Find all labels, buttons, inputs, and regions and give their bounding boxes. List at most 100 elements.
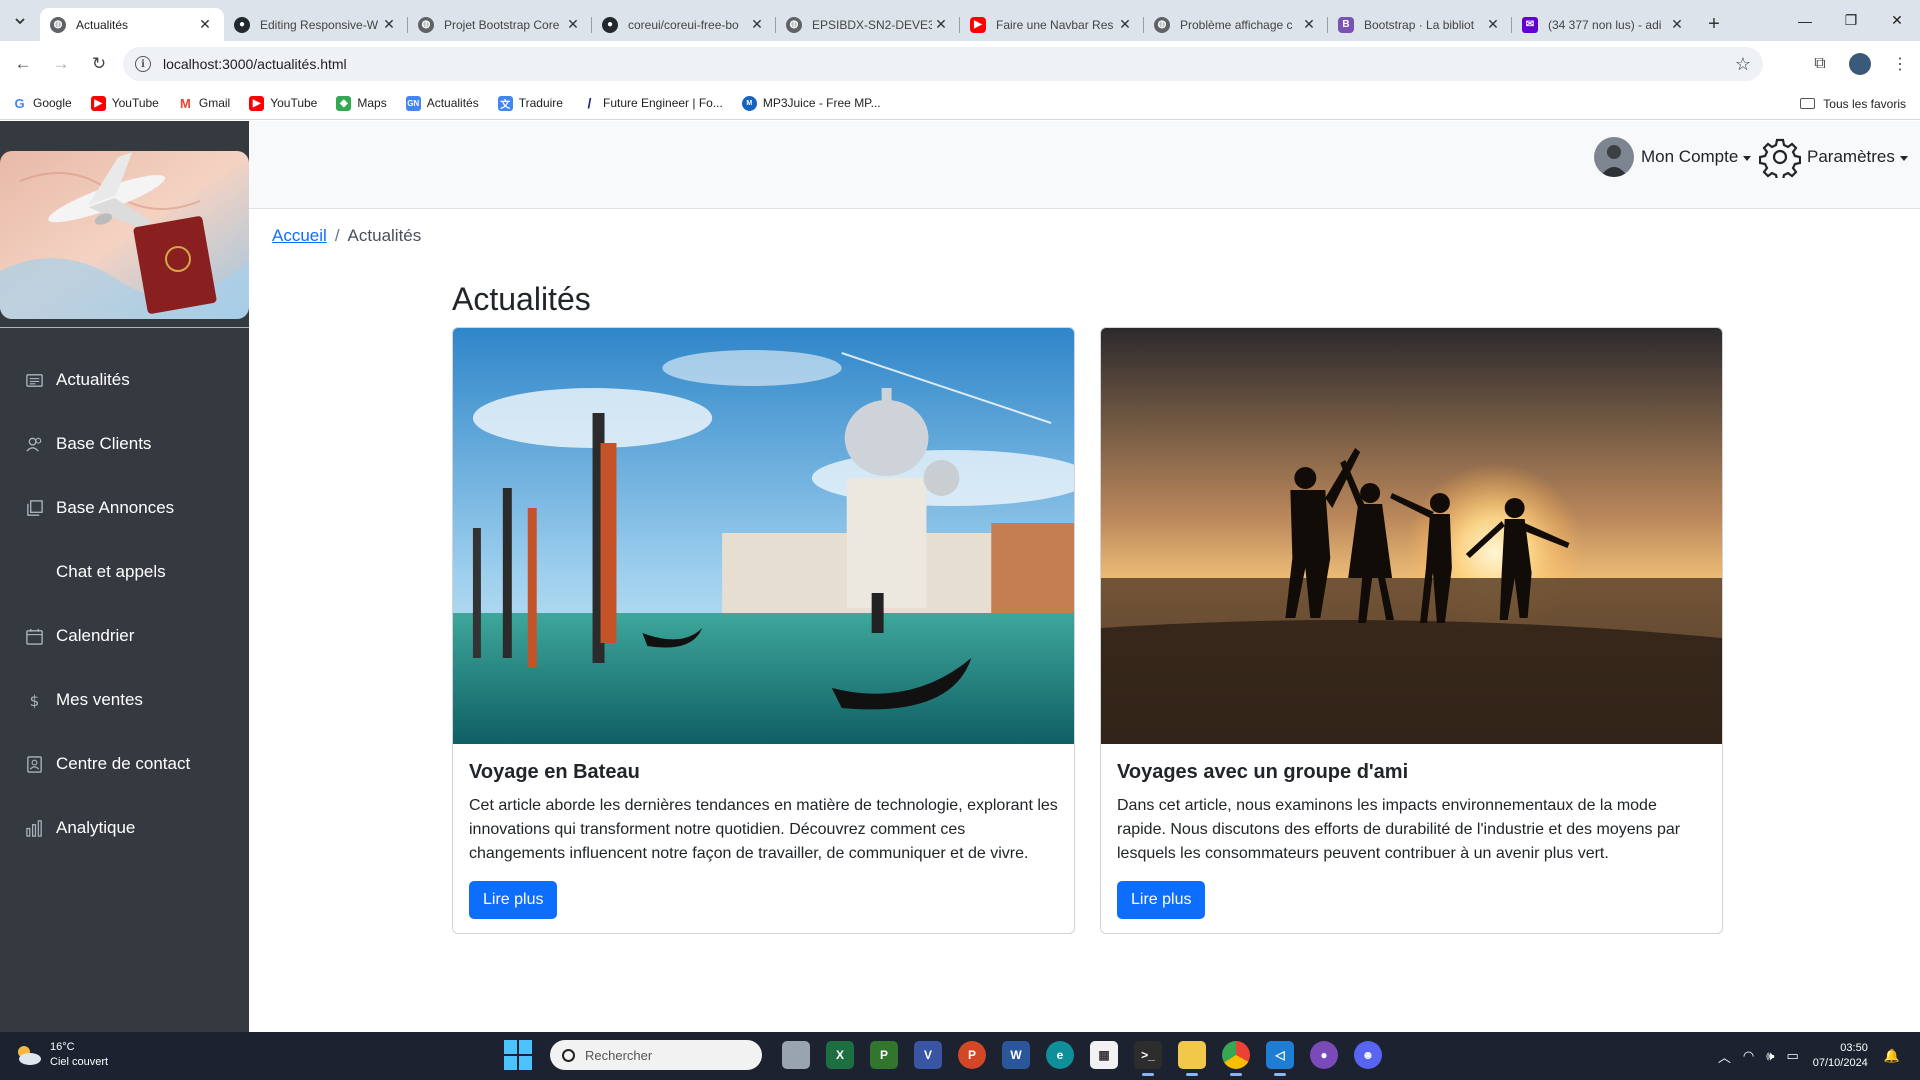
read-more-button[interactable]: Lire plus [469,881,558,919]
page-title: Actualités [452,281,591,317]
globe-icon: ◍ [50,16,66,33]
powerpoint-icon[interactable]: P [958,1041,986,1069]
tab-title: Bootstrap · La bibliot [1364,17,1475,32]
back-arrow-icon[interactable]: ← [8,49,38,79]
file-explorer-icon[interactable] [1178,1041,1206,1076]
chevron-up-icon[interactable]: ︿ [1718,1047,1731,1066]
close-icon[interactable]: ✕ [748,16,766,33]
account-dropdown[interactable]: Mon Compte [1594,137,1752,177]
url-text[interactable]: localhost:3000/actualités.html [163,56,1735,72]
minimize-icon[interactable]: — [1782,0,1828,41]
browser-tab[interactable]: B Bootstrap · La bibliot ✕ [1328,8,1512,41]
bookmark-item[interactable]: GN Actualités [405,95,479,111]
card-title: Voyages avec un groupe d'ami [1117,761,1409,783]
edge-icon[interactable]: e [1046,1041,1074,1069]
translate-icon: 文 [497,95,513,111]
chrome-icon[interactable] [1222,1041,1250,1076]
profile-avatar-icon[interactable] [1849,53,1871,75]
terminal-icon[interactable]: >_ [1134,1041,1162,1076]
github-desktop-icon[interactable]: ● [1310,1041,1338,1069]
bookmark-item[interactable]: M MP3Juice - Free MP... [741,95,881,111]
bookmark-label: Google [33,96,72,110]
sidebar-item-calendrier[interactable]: Calendrier [0,610,249,662]
breadcrumb-home-link[interactable]: Accueil [272,226,327,246]
sidebar-item-label: Mes ventes [56,690,143,709]
sidebar-divider [0,327,249,328]
close-icon[interactable]: ✕ [1300,16,1318,33]
newspaper-icon [24,370,44,390]
store-icon[interactable]: ▦ [1090,1041,1118,1069]
bookmark-item[interactable]: / Future Engineer | Fo... [581,95,723,111]
bookmark-item[interactable]: G Google [12,95,72,111]
news-card: Voyages avec un groupe d'ami Dans cet ar… [1100,327,1723,934]
account-label: Mon Compte [1641,147,1739,166]
folder-icon [1800,98,1816,109]
url-field[interactable]: i localhost:3000/actualités.html ☆ [123,47,1763,81]
notification-bell-icon[interactable]: 🔔 [1884,1048,1900,1064]
close-icon[interactable]: ✕ [932,16,950,33]
browser-tab[interactable]: ● Editing Responsive-W ✕ [224,8,408,41]
close-icon[interactable]: ✕ [196,16,214,33]
sidebar-item-actualites[interactable]: Actualités [0,354,249,406]
bootstrap-icon: B [1338,16,1354,33]
restore-icon[interactable]: ❐ [1828,0,1874,41]
tab-title: (34 377 non lus) - adi [1548,17,1662,32]
settings-dropdown[interactable]: Paramètres [1759,136,1908,178]
weather-widget[interactable]: 16°C Ciel couvert [14,1040,108,1070]
excel-icon[interactable]: X [826,1041,854,1069]
sidebar-item-mes-ventes[interactable]: $ Mes ventes [0,674,249,726]
sidebar-item-base-clients[interactable]: Base Clients [0,418,249,470]
chevron-down-icon [15,17,25,24]
task-view-icon[interactable] [782,1041,810,1069]
sidebar-item-centre-de-contact[interactable]: Centre de contact [0,738,249,790]
browser-tab[interactable]: ✉ (34 377 non lus) - adi ✕ [1512,8,1696,41]
bookmark-item[interactable]: ▶ YouTube [249,95,317,111]
reload-icon[interactable]: ↻ [84,49,114,79]
browser-tab[interactable]: ▶ Faire une Navbar Res ✕ [960,8,1144,41]
more-menu-icon[interactable]: ⋮ [1880,54,1920,74]
vscode-icon[interactable]: ◁ [1266,1041,1294,1076]
windows-start-icon[interactable] [504,1040,534,1070]
visio-icon[interactable]: V [914,1041,942,1069]
battery-icon[interactable]: ▭ [1786,1048,1798,1064]
bookmark-item[interactable]: 文 Traduire [497,95,563,111]
bookmark-star-icon[interactable]: ☆ [1735,54,1751,75]
address-bar: ← → ↻ i localhost:3000/actualités.html ☆… [0,41,1920,87]
discord-icon[interactable]: ☻ [1354,1041,1382,1069]
caret-down-icon [1743,155,1752,161]
window-close-icon[interactable]: ✕ [1874,0,1920,41]
bookmark-item[interactable]: ◆ Maps [336,95,387,111]
close-icon[interactable]: ✕ [380,16,398,33]
new-tab-button[interactable]: + [1696,8,1732,41]
close-icon[interactable]: ✕ [1116,16,1134,33]
bookmark-item[interactable]: M Gmail [177,95,230,111]
tab-search-button[interactable] [0,0,40,41]
read-more-button[interactable]: Lire plus [1117,881,1206,919]
extensions-icon[interactable]: ⧉ [1800,55,1840,73]
sidebar-item-chat-et-appels[interactable]: Chat et appels [0,546,249,598]
breadcrumb: Accueil / Actualités [272,226,421,246]
bookmark-label: MP3Juice - Free MP... [762,96,881,110]
browser-tab[interactable]: ◍ EPSIBDX-SN2-DEVE3 ✕ [776,8,960,41]
clock[interactable]: 03:50 07/10/2024 [1813,1041,1868,1071]
volume-icon[interactable]: 🕪 [1766,1048,1774,1064]
close-icon[interactable]: ✕ [1484,16,1502,33]
word-icon[interactable]: W [1002,1041,1030,1069]
github-icon: ● [234,16,250,33]
site-info-icon[interactable]: i [135,56,151,72]
all-bookmarks[interactable]: Tous les favoris [1800,87,1906,120]
browser-tab[interactable]: ◍ Problème affichage c ✕ [1144,8,1328,41]
taskbar-search-box[interactable]: Rechercher [550,1040,762,1070]
forward-arrow-icon[interactable]: → [46,49,76,79]
sidebar-item-label: Calendrier [56,626,135,645]
bookmark-item[interactable]: ▶ YouTube [90,95,159,111]
sidebar-item-analytique[interactable]: Analytique [0,802,249,854]
close-icon[interactable]: ✕ [1668,16,1686,33]
browser-tab[interactable]: ● coreui/coreui-free-bo ✕ [592,8,776,41]
wifi-icon[interactable]: ◠ [1743,1048,1754,1064]
project-icon[interactable]: P [870,1041,898,1069]
browser-tab[interactable]: ◍ Projet Bootstrap Core ✕ [408,8,592,41]
close-icon[interactable]: ✕ [564,16,582,33]
sidebar-item-base-annonces[interactable]: Base Annonces [0,482,249,534]
browser-tab[interactable]: ◍ Actualités ✕ [40,8,224,41]
